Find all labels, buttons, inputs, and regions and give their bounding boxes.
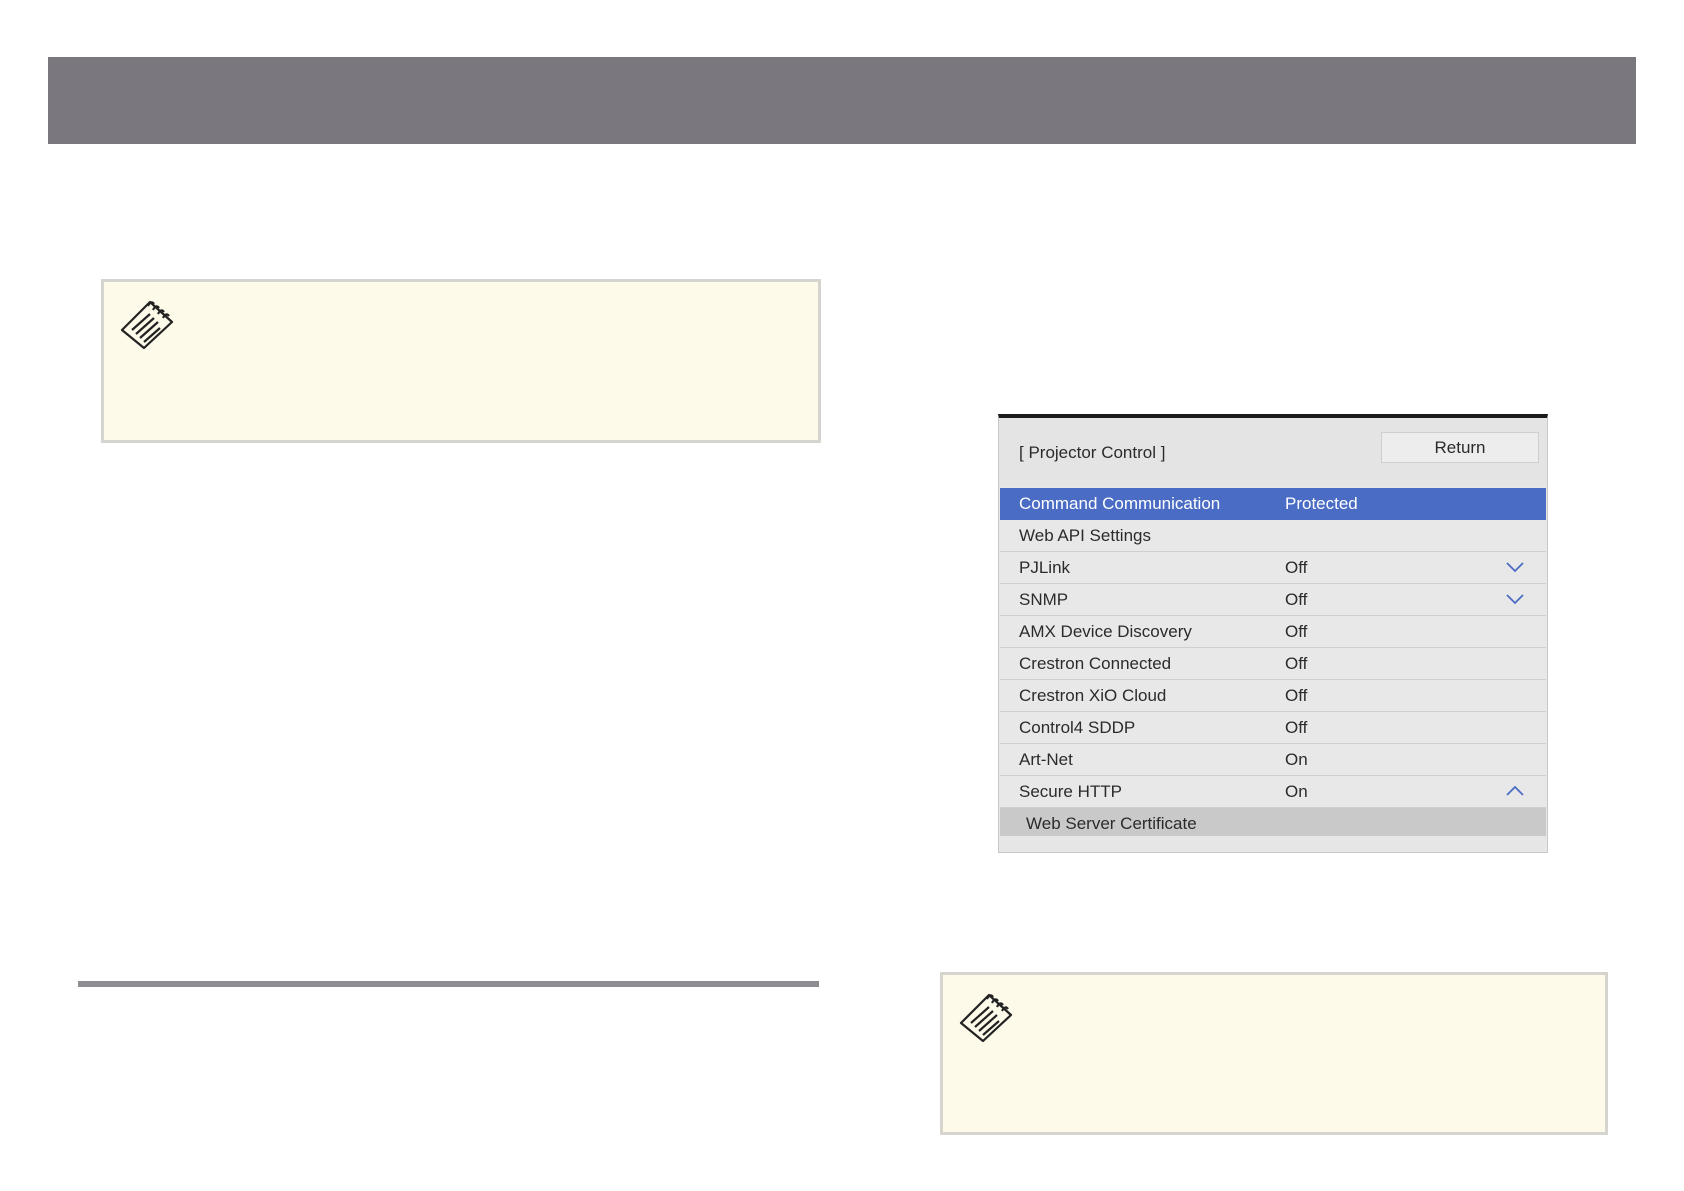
row-value: Off <box>1285 718 1308 737</box>
chevron-down-icon[interactable] <box>1505 593 1525 605</box>
chevron-up-icon[interactable] <box>1505 785 1525 797</box>
row-label: Crestron Connected <box>1019 654 1172 673</box>
menu-header: [ Projector Control ] Return <box>999 418 1547 486</box>
menu-row-amx-device-discovery[interactable]: AMX Device Discovery Off <box>1000 616 1546 648</box>
row-label: Secure HTTP <box>1019 782 1122 801</box>
menu-row-pjlink[interactable]: PJLink Off <box>1000 552 1546 584</box>
menu-bottom-strip <box>1000 836 1546 852</box>
menu-rows: Command Communication Protected Web API … <box>1000 488 1546 840</box>
menu-row-snmp[interactable]: SNMP Off <box>1000 584 1546 616</box>
row-label: Control4 SDDP <box>1019 718 1136 737</box>
row-value: On <box>1285 750 1308 769</box>
row-label: SNMP <box>1019 590 1069 609</box>
note-box-bottom <box>940 972 1608 1135</box>
menu-title: [ Projector Control ] <box>1019 443 1166 462</box>
row-value: On <box>1285 782 1308 801</box>
row-label: PJLink <box>1019 558 1071 577</box>
row-label: Web API Settings <box>1019 526 1151 545</box>
row-label: Web Server Certificate <box>1026 814 1197 833</box>
menu-row-control4-sddp[interactable]: Control4 SDDP Off <box>1000 712 1546 744</box>
row-value: Off <box>1285 590 1308 609</box>
row-label: Command Communication <box>1019 494 1221 513</box>
note-box-top <box>101 279 821 443</box>
page-header-bar <box>48 57 1636 144</box>
return-button[interactable]: Return <box>1381 432 1539 463</box>
row-value: Off <box>1285 622 1308 641</box>
row-value: Protected <box>1285 494 1358 513</box>
note-pad-icon <box>959 993 1013 1043</box>
projector-control-menu: [ Projector Control ] Return Command Com… <box>998 414 1548 853</box>
menu-row-crestron-xio-cloud[interactable]: Crestron XiO Cloud Off <box>1000 680 1546 712</box>
menu-row-command-communication[interactable]: Command Communication Protected <box>1000 488 1546 520</box>
row-label: Crestron XiO Cloud <box>1019 686 1167 705</box>
note-pad-icon <box>120 300 174 350</box>
menu-row-web-api-settings[interactable]: Web API Settings <box>1000 520 1546 552</box>
section-divider <box>78 981 819 987</box>
row-value: Off <box>1285 558 1308 577</box>
row-value: Off <box>1285 686 1308 705</box>
row-value: Off <box>1285 654 1308 673</box>
menu-row-art-net[interactable]: Art-Net On <box>1000 744 1546 776</box>
row-label: AMX Device Discovery <box>1019 622 1192 641</box>
chevron-down-icon[interactable] <box>1505 561 1525 573</box>
row-label: Art-Net <box>1019 750 1073 769</box>
menu-row-secure-http[interactable]: Secure HTTP On <box>1000 776 1546 808</box>
menu-row-crestron-connected[interactable]: Crestron Connected Off <box>1000 648 1546 680</box>
